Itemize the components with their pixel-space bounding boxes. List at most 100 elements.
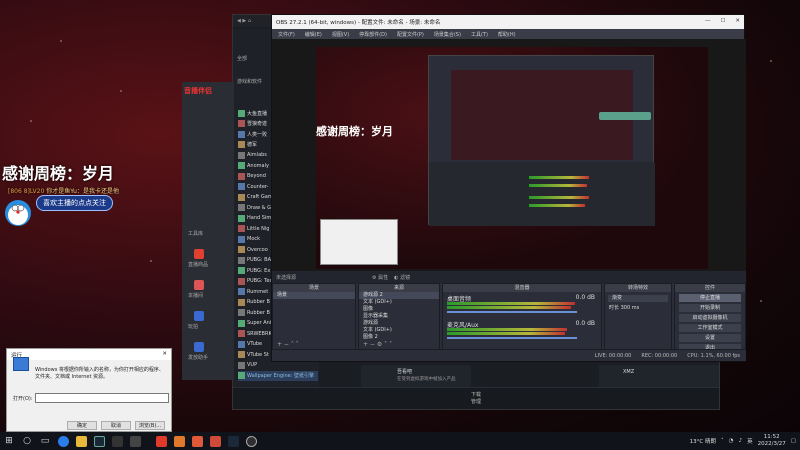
source-controls[interactable]: + − ⚙ ˄ ˅ bbox=[363, 341, 392, 348]
close-icon[interactable]: ✕ bbox=[162, 351, 167, 358]
source-item[interactable]: 游戏源 bbox=[359, 320, 439, 327]
explorer-icon[interactable] bbox=[72, 432, 90, 450]
companion-item[interactable]: 本播间 bbox=[188, 280, 234, 299]
bg-sparkle bbox=[760, 300, 762, 302]
wegame-icon[interactable] bbox=[126, 432, 144, 450]
game-title: VTube St bbox=[247, 351, 269, 358]
edge-icon[interactable] bbox=[54, 432, 72, 450]
run-description: Windows 将根据你所输入的名称，为你打开相应的程序、文件夹、文档或 Int… bbox=[35, 367, 164, 380]
close-icon[interactable]: ✕ bbox=[735, 18, 740, 26]
source-item[interactable]: 文本 (GDI+) bbox=[359, 299, 439, 306]
game-icon bbox=[238, 162, 245, 170]
game-list-item[interactable]: Wallpaper Engine: 壁纸引擎 bbox=[238, 370, 318, 381]
companion-item[interactable]: 玩拍 bbox=[188, 311, 234, 330]
clock[interactable]: 11:52 2022/3/27 bbox=[758, 434, 786, 448]
weather-widget[interactable]: 13°C 晴朗 bbox=[690, 437, 716, 445]
task-view-icon[interactable]: ▭ bbox=[36, 432, 54, 450]
cancel-button[interactable]: 取消 bbox=[101, 421, 131, 430]
app-icon[interactable] bbox=[206, 432, 224, 450]
volume-slider[interactable] bbox=[447, 311, 577, 313]
language-indicator[interactable]: 英 bbox=[747, 437, 753, 445]
game-icon bbox=[238, 151, 245, 159]
obs-taskbar-icon[interactable] bbox=[242, 432, 260, 450]
menu-item[interactable]: 文件(F) bbox=[278, 31, 295, 38]
control-button[interactable]: 工作室模式 bbox=[679, 324, 741, 332]
preview-canvas[interactable]: 感谢周榜：岁月 bbox=[316, 47, 708, 269]
app-icon[interactable] bbox=[170, 432, 188, 450]
bg-sparkle bbox=[30, 120, 32, 122]
preview-run-dialog bbox=[320, 219, 398, 265]
game-icon bbox=[238, 204, 245, 212]
game-title: Super Ani bbox=[247, 320, 272, 327]
filters-button[interactable]: ◐ 滤镜 bbox=[394, 274, 410, 281]
bg-sparkle bbox=[120, 90, 122, 92]
menu-item[interactable]: 帮助(H) bbox=[498, 31, 516, 38]
volume-meter bbox=[447, 332, 565, 335]
source-item[interactable]: 图像 bbox=[359, 306, 439, 313]
steam-taskbar-icon[interactable] bbox=[224, 432, 242, 450]
control-button[interactable]: 设置 bbox=[679, 334, 741, 342]
obs-preview-area: 感谢周榜：岁月 bbox=[272, 39, 746, 271]
source-item[interactable]: 游戏源 2 bbox=[359, 292, 439, 299]
volume-meter bbox=[447, 328, 567, 331]
controls-dock: 控件 停止直播 开始录制 启动虚拟摄像机 工作室模式 设置 退出 bbox=[674, 283, 746, 352]
bg-sparkle bbox=[150, 260, 152, 262]
qq-music-icon[interactable] bbox=[108, 432, 126, 450]
control-button[interactable]: 启动虚拟摄像机 bbox=[679, 314, 741, 322]
downloads-sublabel: 管理 bbox=[470, 399, 482, 405]
nested-docks bbox=[429, 162, 655, 226]
game-title: PUBG: Tes bbox=[247, 278, 273, 285]
sources-list: 游戏源 2 文本 (GDI+) 图像 显示器采集 游戏源 文本 (GDI+) 图像 2 bbox=[359, 292, 439, 341]
windows-start-icon[interactable]: ⊞ bbox=[0, 432, 18, 450]
menu-item[interactable]: 配置文件(P) bbox=[397, 31, 424, 38]
volume-meter bbox=[447, 302, 575, 305]
menu-item[interactable]: 编辑(E) bbox=[305, 31, 322, 38]
context-label: 未选择源 bbox=[276, 275, 297, 281]
game-icon bbox=[238, 330, 245, 338]
menu-item[interactable]: 视图(V) bbox=[332, 31, 349, 38]
properties-button[interactable]: ⚙ 属性 bbox=[372, 274, 388, 281]
companion-item-label: 发放助手 bbox=[188, 355, 209, 361]
control-button[interactable]: 开始录制 bbox=[679, 304, 741, 312]
companion-item-label: 直播商品 bbox=[188, 262, 209, 268]
duration-value: 300 ms bbox=[620, 305, 640, 311]
steam-icon[interactable] bbox=[90, 432, 108, 450]
app-icon[interactable] bbox=[188, 432, 206, 450]
menu-item[interactable]: 停靠部件(D) bbox=[359, 31, 387, 38]
transitions-dock: 转场特效 渐变 时长 300 ms bbox=[604, 283, 672, 351]
companion-item[interactable]: 发放助手 bbox=[188, 342, 234, 361]
overlay-chat-message: [806 8]LV20 你才是鱼Yu：是我卡还是他 bbox=[8, 186, 119, 195]
transition-duration[interactable]: 时长 300 ms bbox=[605, 305, 671, 312]
source-item[interactable]: 显示器采集 bbox=[359, 313, 439, 320]
minimize-icon[interactable]: — bbox=[705, 18, 711, 26]
doraemon-icon bbox=[5, 200, 31, 226]
game-icon bbox=[238, 298, 245, 306]
app-icon[interactable] bbox=[152, 432, 170, 450]
source-item[interactable]: 图像 2 bbox=[359, 334, 439, 341]
companion-item[interactable]: 直播商品 bbox=[188, 249, 234, 268]
menu-item[interactable]: 场景集合(S) bbox=[434, 31, 461, 38]
maximize-icon[interactable]: ☐ bbox=[720, 18, 725, 26]
ok-button[interactable]: 确定 bbox=[67, 421, 97, 430]
control-button[interactable]: 停止直播 bbox=[679, 294, 741, 302]
volume-icon[interactable]: ♪ bbox=[739, 438, 743, 444]
volume-slider[interactable] bbox=[447, 337, 577, 339]
notification-icon[interactable]: ▢ bbox=[791, 438, 796, 444]
chat-text: 你才是鱼Yu：是我卡还是他 bbox=[46, 188, 119, 195]
nested-meter bbox=[529, 184, 587, 187]
browse-button[interactable]: 浏览(B)... bbox=[135, 421, 165, 430]
scene-item[interactable]: 场景 bbox=[273, 292, 355, 299]
tray-overflow-icon[interactable]: ˄ bbox=[721, 438, 724, 444]
menu-item[interactable]: 工具(T) bbox=[471, 31, 488, 38]
search-icon[interactable]: ○ bbox=[18, 432, 36, 450]
game-title: Rummet bbox=[247, 288, 269, 295]
source-item[interactable]: 文本 (GDI+) bbox=[359, 327, 439, 334]
transition-select[interactable]: 渐变 bbox=[608, 295, 668, 302]
network-icon[interactable]: ◔ bbox=[729, 438, 734, 444]
downloads-button[interactable]: 下载 管理 bbox=[471, 391, 481, 405]
companion-item-label: 玩拍 bbox=[188, 324, 199, 330]
scene-controls[interactable]: + − ˄ ˅ bbox=[277, 341, 299, 348]
game-title: VUP bbox=[247, 362, 258, 369]
run-command-input[interactable] bbox=[35, 393, 169, 403]
game-title: 大鱼直播 bbox=[247, 110, 268, 117]
